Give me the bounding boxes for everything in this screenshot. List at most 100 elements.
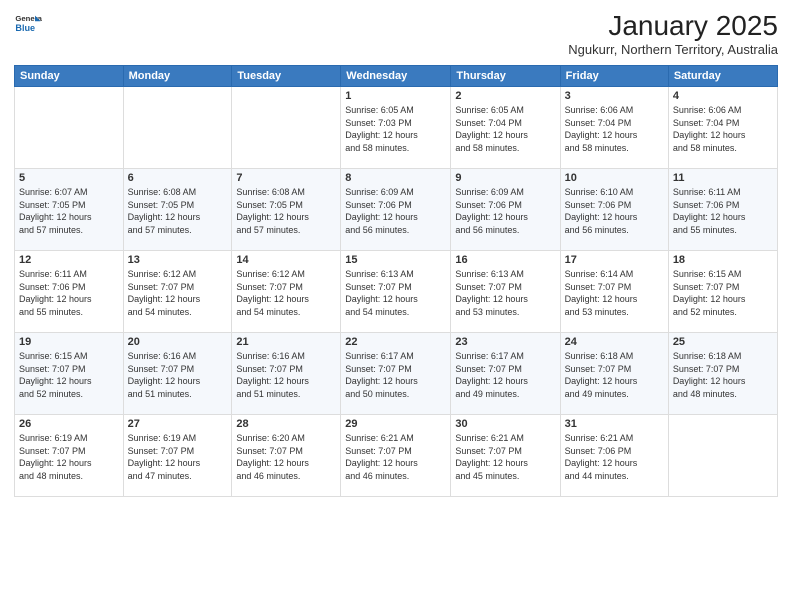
day-info: Sunrise: 6:18 AM Sunset: 7:07 PM Dayligh… — [673, 350, 773, 400]
day-number: 6 — [128, 172, 228, 184]
day-info: Sunrise: 6:05 AM Sunset: 7:03 PM Dayligh… — [345, 104, 446, 154]
day-info: Sunrise: 6:09 AM Sunset: 7:06 PM Dayligh… — [345, 186, 446, 236]
calendar-cell: 19Sunrise: 6:15 AM Sunset: 7:07 PM Dayli… — [15, 333, 124, 415]
calendar-cell: 4 Sunrise: 6:06 AM Sunset: 7:04 PM Daylig… — [668, 87, 777, 169]
calendar-week-row: 5Sunrise: 6:07 AM Sunset: 7:05 PM Daylig… — [15, 169, 778, 251]
day-info: Sunrise: 6:14 AM Sunset: 7:07 PM Dayligh… — [565, 268, 664, 318]
day-number: 12 — [19, 254, 119, 266]
day-number: 4 — [673, 90, 773, 102]
day-number: 26 — [19, 418, 119, 430]
day-number: 8 — [345, 172, 446, 184]
calendar-cell: 3 Sunrise: 6:06 AM Sunset: 7:04 PM Daylig… — [560, 87, 668, 169]
weekday-header: Sunday — [15, 66, 124, 87]
day-number: 17 — [565, 254, 664, 266]
calendar-cell: 7Sunrise: 6:08 AM Sunset: 7:05 PM Daylig… — [232, 169, 341, 251]
day-info: Sunrise: 6:21 AM Sunset: 7:06 PM Dayligh… — [565, 432, 664, 482]
day-number: 1 — [345, 90, 446, 102]
day-number: 25 — [673, 336, 773, 348]
calendar-cell: 2 Sunrise: 6:05 AM Sunset: 7:04 PM Daylig… — [451, 87, 560, 169]
day-number: 31 — [565, 418, 664, 430]
day-info: Sunrise: 6:12 AM Sunset: 7:07 PM Dayligh… — [128, 268, 228, 318]
day-number: 13 — [128, 254, 228, 266]
day-info: Sunrise: 6:12 AM Sunset: 7:07 PM Dayligh… — [236, 268, 336, 318]
calendar-cell: 13 Sunrise: 6:12 AM Sunset: 7:07 PM Dayli… — [123, 251, 232, 333]
day-number: 15 — [345, 254, 446, 266]
day-number: 23 — [455, 336, 555, 348]
weekday-header: Wednesday — [341, 66, 451, 87]
calendar-week-row: 26 Sunrise: 6:19 AM Sunset: 7:07 PM Dayli… — [15, 415, 778, 497]
day-info: Sunrise: 6:13 AM Sunset: 7:07 PM Dayligh… — [345, 268, 446, 318]
day-info: Sunrise: 6:05 AM Sunset: 7:04 PM Dayligh… — [455, 104, 555, 154]
day-info: Sunrise: 6:08 AM Sunset: 7:05 PM Dayligh… — [128, 186, 228, 236]
calendar-cell — [232, 87, 341, 169]
calendar-cell: 20 Sunrise: 6:16 AM Sunset: 7:07 PM Dayli… — [123, 333, 232, 415]
day-number: 20 — [128, 336, 228, 348]
day-info: Sunrise: 6:21 AM Sunset: 7:07 PM Dayligh… — [345, 432, 446, 482]
day-info: Sunrise: 6:07 AM Sunset: 7:05 PM Dayligh… — [19, 186, 119, 236]
calendar-cell: 6 Sunrise: 6:08 AM Sunset: 7:05 PM Daylig… — [123, 169, 232, 251]
day-number: 10 — [565, 172, 664, 184]
day-number: 9 — [455, 172, 555, 184]
day-number: 27 — [128, 418, 228, 430]
day-info: Sunrise: 6:21 AM Sunset: 7:07 PM Dayligh… — [455, 432, 555, 482]
calendar-cell: 21Sunrise: 6:16 AM Sunset: 7:07 PM Dayli… — [232, 333, 341, 415]
calendar-cell: 22Sunrise: 6:17 AM Sunset: 7:07 PM Dayli… — [341, 333, 451, 415]
day-info: Sunrise: 6:17 AM Sunset: 7:07 PM Dayligh… — [455, 350, 555, 400]
day-info: Sunrise: 6:16 AM Sunset: 7:07 PM Dayligh… — [128, 350, 228, 400]
calendar-week-row: 12 Sunrise: 6:11 AM Sunset: 7:06 PM Dayli… — [15, 251, 778, 333]
day-number: 30 — [455, 418, 555, 430]
calendar-cell — [15, 87, 124, 169]
day-number: 29 — [345, 418, 446, 430]
day-number: 14 — [236, 254, 336, 266]
calendar-cell: 15 Sunrise: 6:13 AM Sunset: 7:07 PM Dayli… — [341, 251, 451, 333]
calendar-cell: 9 Sunrise: 6:09 AM Sunset: 7:06 PM Daylig… — [451, 169, 560, 251]
weekday-header: Tuesday — [232, 66, 341, 87]
logo: General Blue — [14, 10, 42, 38]
day-number: 28 — [236, 418, 336, 430]
calendar-cell: 29 Sunrise: 6:21 AM Sunset: 7:07 PM Dayli… — [341, 415, 451, 497]
day-number: 18 — [673, 254, 773, 266]
day-number: 24 — [565, 336, 664, 348]
day-info: Sunrise: 6:13 AM Sunset: 7:07 PM Dayligh… — [455, 268, 555, 318]
calendar-cell: 26 Sunrise: 6:19 AM Sunset: 7:07 PM Dayli… — [15, 415, 124, 497]
calendar-cell — [668, 415, 777, 497]
day-info: Sunrise: 6:11 AM Sunset: 7:06 PM Dayligh… — [19, 268, 119, 318]
calendar-cell: 11 Sunrise: 6:11 AM Sunset: 7:06 PM Dayli… — [668, 169, 777, 251]
calendar-cell: 14 Sunrise: 6:12 AM Sunset: 7:07 PM Dayli… — [232, 251, 341, 333]
calendar-cell: 27 Sunrise: 6:19 AM Sunset: 7:07 PM Dayli… — [123, 415, 232, 497]
calendar-cell: 30 Sunrise: 6:21 AM Sunset: 7:07 PM Dayli… — [451, 415, 560, 497]
day-number: 19 — [19, 336, 119, 348]
day-info: Sunrise: 6:18 AM Sunset: 7:07 PM Dayligh… — [565, 350, 664, 400]
calendar-cell: 16 Sunrise: 6:13 AM Sunset: 7:07 PM Dayli… — [451, 251, 560, 333]
location: Ngukurr, Northern Territory, Australia — [568, 42, 778, 57]
page: General Blue January 2025 Ngukurr, North… — [0, 0, 792, 612]
day-info: Sunrise: 6:06 AM Sunset: 7:04 PM Dayligh… — [673, 104, 773, 154]
day-info: Sunrise: 6:10 AM Sunset: 7:06 PM Dayligh… — [565, 186, 664, 236]
day-number: 11 — [673, 172, 773, 184]
day-number: 21 — [236, 336, 336, 348]
calendar-cell: 17 Sunrise: 6:14 AM Sunset: 7:07 PM Dayli… — [560, 251, 668, 333]
calendar-cell: 8 Sunrise: 6:09 AM Sunset: 7:06 PM Daylig… — [341, 169, 451, 251]
day-info: Sunrise: 6:11 AM Sunset: 7:06 PM Dayligh… — [673, 186, 773, 236]
day-info: Sunrise: 6:06 AM Sunset: 7:04 PM Dayligh… — [565, 104, 664, 154]
day-info: Sunrise: 6:19 AM Sunset: 7:07 PM Dayligh… — [128, 432, 228, 482]
calendar-cell — [123, 87, 232, 169]
day-info: Sunrise: 6:08 AM Sunset: 7:05 PM Dayligh… — [236, 186, 336, 236]
calendar-cell: 10 Sunrise: 6:10 AM Sunset: 7:06 PM Dayli… — [560, 169, 668, 251]
svg-text:Blue: Blue — [15, 23, 35, 33]
day-info: Sunrise: 6:09 AM Sunset: 7:06 PM Dayligh… — [455, 186, 555, 236]
calendar-week-row: 1 Sunrise: 6:05 AM Sunset: 7:03 PM Daylig… — [15, 87, 778, 169]
calendar-week-row: 19Sunrise: 6:15 AM Sunset: 7:07 PM Dayli… — [15, 333, 778, 415]
calendar-cell: 18 Sunrise: 6:15 AM Sunset: 7:07 PM Dayli… — [668, 251, 777, 333]
calendar-cell: 5Sunrise: 6:07 AM Sunset: 7:05 PM Daylig… — [15, 169, 124, 251]
day-number: 22 — [345, 336, 446, 348]
weekday-header: Monday — [123, 66, 232, 87]
day-number: 2 — [455, 90, 555, 102]
day-number: 3 — [565, 90, 664, 102]
calendar-cell: 25 Sunrise: 6:18 AM Sunset: 7:07 PM Dayli… — [668, 333, 777, 415]
weekday-header: Friday — [560, 66, 668, 87]
day-info: Sunrise: 6:15 AM Sunset: 7:07 PM Dayligh… — [673, 268, 773, 318]
header: General Blue January 2025 Ngukurr, North… — [14, 10, 778, 57]
day-info: Sunrise: 6:19 AM Sunset: 7:07 PM Dayligh… — [19, 432, 119, 482]
day-number: 16 — [455, 254, 555, 266]
